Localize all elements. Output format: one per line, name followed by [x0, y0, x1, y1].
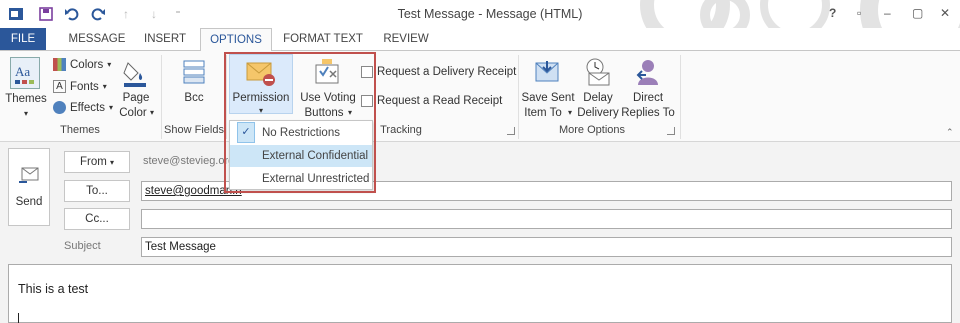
- tab-file[interactable]: FILE: [0, 28, 46, 50]
- save-sent-label-1[interactable]: Save Sent: [521, 91, 575, 106]
- colors-label: Colors: [70, 58, 104, 71]
- group-separator: [680, 55, 681, 139]
- direct-replies-icon[interactable]: [634, 57, 664, 87]
- decorative-circle: [760, 0, 830, 28]
- decorative-circle: [700, 0, 750, 28]
- save-sent-item-icon[interactable]: [533, 57, 563, 87]
- fonts-button[interactable]: A Fonts ▾: [53, 80, 107, 93]
- themes-group-label: Themes: [60, 124, 100, 136]
- outlook-message-window: ↑ ↓ ⁼ Test Message - Message (HTML) ? ▫ …: [0, 0, 960, 323]
- from-button[interactable]: From ▾: [64, 151, 130, 173]
- more-options-dialog-launcher-icon[interactable]: [667, 127, 675, 135]
- tab-insert[interactable]: INSERT: [134, 28, 196, 50]
- help-button[interactable]: ?: [829, 6, 836, 20]
- svg-text:Aa: Aa: [15, 64, 30, 79]
- to-button[interactable]: To...: [64, 180, 130, 202]
- themes-icon[interactable]: Aa: [10, 57, 40, 89]
- tab-message[interactable]: MESSAGE: [62, 28, 132, 50]
- minimize-button[interactable]: –: [884, 6, 891, 20]
- page-color-icon[interactable]: [122, 59, 148, 89]
- qat-customize-icon[interactable]: ⁼: [170, 6, 186, 22]
- themes-button[interactable]: Themes: [4, 92, 48, 107]
- undo-icon[interactable]: [64, 6, 80, 22]
- page-color-dropdown-arrow-icon[interactable]: ▾: [147, 105, 157, 120]
- ribbon: Aa Themes ▾ Colors ▾ A Fonts ▾ Effects ▾ Pa…: [0, 50, 960, 142]
- colors-icon: [53, 58, 66, 71]
- bcc-icon[interactable]: [180, 59, 208, 87]
- close-button[interactable]: ✕: [940, 6, 950, 20]
- message-body-text: This is a test: [18, 282, 89, 296]
- effects-label: Effects: [70, 101, 105, 114]
- save-icon[interactable]: [38, 6, 54, 22]
- delivery-receipt-label: Request a Delivery Receipt: [377, 66, 517, 78]
- direct-replies-label-1[interactable]: Direct: [626, 91, 670, 106]
- ribbon-tabs: FILE MESSAGE INSERT OPTIONS FORMAT TEXT …: [0, 28, 960, 51]
- message-body[interactable]: This is a test: [8, 264, 952, 323]
- read-receipt-checkbox[interactable]: Request a Read Receipt: [361, 95, 502, 107]
- group-separator: [161, 55, 162, 139]
- fonts-icon: A: [53, 80, 66, 93]
- bcc-button[interactable]: Bcc: [172, 91, 216, 106]
- send-button[interactable]: Send: [8, 148, 50, 226]
- text-cursor: [18, 313, 19, 323]
- direct-replies-label-2[interactable]: Replies To: [619, 106, 677, 121]
- subject-field[interactable]: Test Message: [141, 237, 952, 257]
- tracking-group-label: Tracking: [380, 124, 422, 136]
- page-color-label-1[interactable]: Page: [114, 91, 158, 106]
- down-arrow-icon[interactable]: ↓: [146, 6, 162, 22]
- send-icon: [19, 165, 41, 185]
- ribbon-display-button[interactable]: ▫: [857, 6, 861, 20]
- delivery-receipt-checkbox[interactable]: Request a Delivery Receipt: [361, 66, 516, 78]
- tab-options[interactable]: OPTIONS: [200, 28, 272, 51]
- save-sent-label-2[interactable]: Item To: [520, 106, 566, 121]
- delay-delivery-label-1[interactable]: Delay: [576, 91, 620, 106]
- collapse-ribbon-icon[interactable]: ⌃: [946, 127, 954, 138]
- from-label: From: [79, 156, 107, 168]
- tab-format-text[interactable]: FORMAT TEXT: [278, 28, 368, 50]
- delay-delivery-icon[interactable]: [583, 57, 613, 87]
- read-receipt-label: Request a Read Receipt: [377, 95, 503, 107]
- effects-icon: [53, 101, 66, 114]
- outlook-app-icon[interactable]: [8, 6, 24, 22]
- cc-field[interactable]: [141, 209, 952, 229]
- fonts-label: Fonts: [70, 80, 99, 93]
- delay-delivery-label-2[interactable]: Delivery: [574, 106, 622, 121]
- cc-button[interactable]: Cc...: [64, 208, 130, 230]
- show-fields-group-label: Show Fields: [164, 124, 224, 136]
- from-address: steve@stevieg.org: [143, 155, 235, 167]
- subject-label: Subject: [64, 240, 101, 252]
- effects-button[interactable]: Effects ▾: [53, 101, 113, 114]
- window-title: Test Message - Message (HTML): [397, 7, 583, 21]
- redo-icon[interactable]: [90, 6, 106, 22]
- tab-review[interactable]: REVIEW: [378, 28, 434, 50]
- up-arrow-icon[interactable]: ↑: [118, 6, 134, 22]
- more-options-group-label: More Options: [558, 124, 626, 136]
- highlight-annotation-box: [224, 52, 376, 193]
- maximize-button[interactable]: ▢: [912, 6, 923, 20]
- title-bar: ↑ ↓ ⁼ Test Message - Message (HTML) ? ▫ …: [0, 0, 960, 28]
- colors-button[interactable]: Colors ▾: [53, 58, 111, 71]
- themes-dropdown-arrow-icon[interactable]: ▾: [4, 106, 48, 121]
- from-dropdown-arrow-icon: ▾: [110, 158, 115, 167]
- send-label: Send: [15, 196, 43, 208]
- group-separator: [518, 55, 519, 139]
- tracking-dialog-launcher-icon[interactable]: [507, 127, 515, 135]
